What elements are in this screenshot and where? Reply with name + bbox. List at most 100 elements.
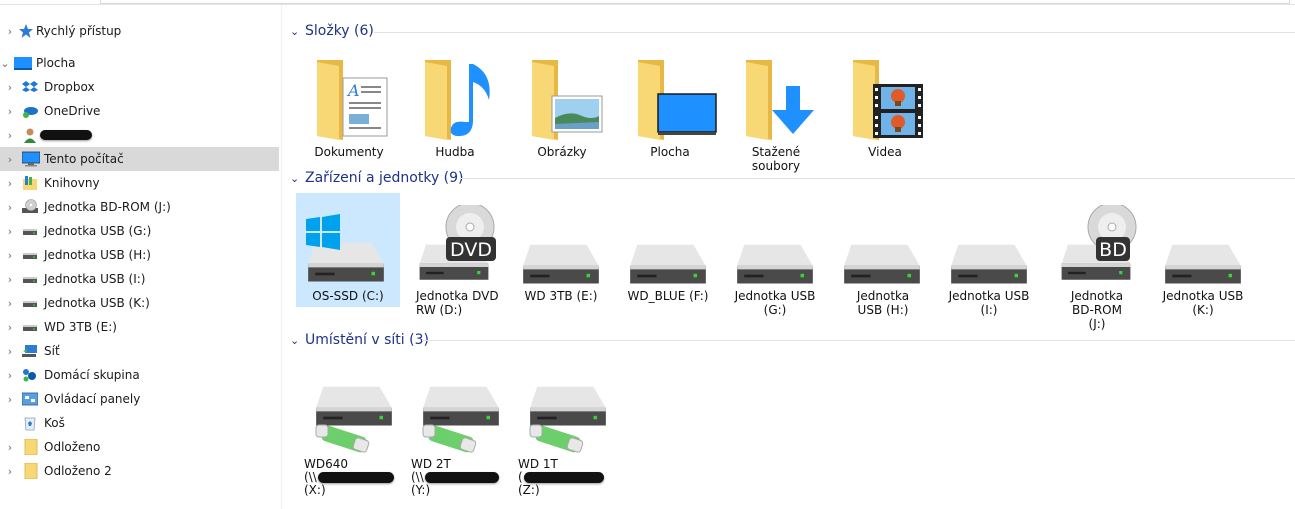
tile-label: Jednotka USB (H:) <box>856 289 910 317</box>
chevron-down-icon[interactable]: ⌄ <box>290 334 302 347</box>
redacted-name <box>40 130 92 140</box>
documents-folder-icon: A <box>297 56 401 140</box>
group-header-folders[interactable]: ⌄ Složky (6) <box>290 21 374 41</box>
tile-label: Obrázky <box>537 145 587 159</box>
network-drive-tile-wd-1t[interactable]: WD 1T ( (Z:) <box>496 377 606 503</box>
computer-icon <box>21 151 41 167</box>
drive-tile-usb-i[interactable]: Jednotka USB (I:) <box>937 193 1041 317</box>
nav-item-control-panel[interactable]: › Ovládací panely <box>0 387 279 411</box>
nav-item-label: Jednotka USB (G:) <box>44 224 152 238</box>
hdd-icon <box>509 243 613 287</box>
folder-tile-pictures[interactable]: Obrázky <box>510 48 614 164</box>
network-drive-tile-wd-2t[interactable]: WD 2T (\\ (Y:) <box>389 377 499 503</box>
svg-text:A: A <box>346 81 360 100</box>
nav-item-libraries[interactable]: › Knihovny <box>0 171 279 195</box>
nav-item-network[interactable]: › Síť <box>0 339 279 363</box>
tile-label: WD 3TB (E:) <box>524 289 598 303</box>
drive-tile-wd-3tb[interactable]: WD 3TB (E:) <box>509 193 613 307</box>
folder-tile-documents[interactable]: A Dokumenty <box>297 48 401 164</box>
folder-icon <box>24 438 40 456</box>
nav-item-quick-access[interactable]: › Rychlý přístup <box>0 19 279 43</box>
nav-item-recycle-bin[interactable]: Koš <box>0 411 279 435</box>
content-pane: ⌄ Složky (6) A Dokumenty Hudba Obrázky P… <box>282 5 1295 509</box>
nav-item-usb-k[interactable]: › Jednotka USB (K:) <box>0 291 279 315</box>
chevron-right-icon[interactable]: › <box>5 99 15 123</box>
dvd-badge-text: DVD <box>450 239 492 261</box>
nav-item-onedrive[interactable]: › OneDrive <box>0 99 279 123</box>
navigation-pane: › Rychlý přístup ⌄ Plocha › Dropbox › On… <box>0 5 280 509</box>
nav-item-label: Síť <box>44 344 60 358</box>
folder-tile-music[interactable]: Hudba <box>403 48 507 164</box>
nav-item-odlozeno-2[interactable]: › Odloženo 2 <box>0 459 279 483</box>
chevron-down-icon[interactable]: ⌄ <box>290 25 302 38</box>
usb-drive-icon <box>22 271 38 287</box>
drive-tile-usb-h[interactable]: Jednotka USB (H:) <box>830 193 934 323</box>
nav-item-desktop[interactable]: ⌄ Plocha <box>0 51 279 75</box>
nav-item-label: Ovládací panely <box>44 392 141 406</box>
drive-tile-bd-rom[interactable]: BD Jednotka BD-ROM (J:) <box>1044 193 1148 331</box>
nav-item-label: Jednotka BD-ROM (J:) <box>44 200 171 214</box>
chevron-right-icon[interactable]: › <box>5 315 15 339</box>
drive-tile-wd-blue[interactable]: WD_BLUE (F:) <box>616 193 720 307</box>
chevron-right-icon[interactable]: › <box>5 219 15 243</box>
tile-label: Jednotka USB (G:) <box>734 289 816 317</box>
chevron-right-icon[interactable]: › <box>5 195 15 219</box>
tile-label: OS-SSD (C:) <box>312 289 384 303</box>
nav-item-odlozeno[interactable]: › Odloženo <box>0 435 279 459</box>
nav-item-label: Tento počítač <box>44 152 124 166</box>
nav-item-label: Knihovny <box>44 176 100 190</box>
chevron-right-icon[interactable]: › <box>5 267 15 291</box>
folder-tile-videos[interactable]: Videa <box>833 48 937 164</box>
nav-item-usb-g[interactable]: › Jednotka USB (G:) <box>0 219 279 243</box>
chevron-down-icon[interactable]: ⌄ <box>0 51 10 75</box>
chevron-right-icon[interactable]: › <box>5 75 15 99</box>
folder-tile-downloads[interactable]: Stažené soubory <box>724 48 828 173</box>
nav-item-bd-rom[interactable]: › Jednotka BD-ROM (J:) <box>0 195 279 219</box>
chevron-right-icon[interactable]: › <box>5 243 15 267</box>
drive-tile-usb-g[interactable]: Jednotka USB (G:) <box>723 193 827 317</box>
group-header-network[interactable]: ⌄ Umístění v síti (3) <box>290 330 429 350</box>
network-drive-tile-wd640[interactable]: WD640 (\\ (X:) <box>282 377 394 503</box>
nav-item-wd-3tb[interactable]: › WD 3TB (E:) <box>0 315 279 339</box>
chevron-right-icon[interactable]: › <box>5 171 15 195</box>
redacted-path <box>424 472 499 483</box>
redacted-path <box>317 472 394 483</box>
chevron-right-icon[interactable]: › <box>5 435 15 459</box>
nav-item-homegroup[interactable]: › Domácí skupina <box>0 363 279 387</box>
nav-item-user[interactable]: › <box>0 123 279 147</box>
chevron-right-icon[interactable]: › <box>5 147 15 171</box>
nav-item-this-pc[interactable]: › Tento počítač <box>0 147 279 171</box>
tile-label: Stažené soubory <box>751 145 801 173</box>
homegroup-icon <box>22 367 38 383</box>
control-panel-icon <box>21 391 39 407</box>
drive-tile-dvd[interactable]: DVD Jednotka DVD RW (D:) <box>402 193 506 323</box>
chevron-right-icon[interactable]: › <box>5 19 15 43</box>
windows-drive-icon <box>296 213 400 283</box>
group-header-devices[interactable]: ⌄ Zařízení a jednotky (9) <box>290 168 464 188</box>
folder-tile-desktop[interactable]: Plocha <box>618 48 722 164</box>
network-drive-icon <box>415 385 505 457</box>
onedrive-icon <box>22 103 38 119</box>
chevron-right-icon[interactable]: › <box>5 363 15 387</box>
chevron-right-icon[interactable]: › <box>5 339 15 363</box>
nav-item-usb-h[interactable]: › Jednotka USB (H:) <box>0 243 279 267</box>
nav-item-label: Jednotka USB (H:) <box>44 248 151 262</box>
address-bar-edge[interactable] <box>100 0 1290 4</box>
hdd-icon <box>830 243 934 287</box>
tile-label: Jednotka BD-ROM (J:) <box>1070 289 1124 331</box>
tile-label: Hudba <box>435 145 475 159</box>
chevron-right-icon[interactable]: › <box>5 123 15 147</box>
redacted-path <box>523 472 604 483</box>
hdd-icon <box>616 243 720 287</box>
pictures-folder-icon <box>510 56 614 140</box>
drive-letter: (Y:) <box>411 483 431 497</box>
nav-item-usb-i[interactable]: › Jednotka USB (I:) <box>0 267 279 291</box>
chevron-down-icon[interactable]: ⌄ <box>290 172 302 185</box>
tile-label: Dokumenty <box>314 145 384 159</box>
chevron-right-icon[interactable]: › <box>5 459 15 483</box>
drive-tile-usb-k[interactable]: Jednotka USB (K:) <box>1151 193 1255 317</box>
chevron-right-icon[interactable]: › <box>5 387 15 411</box>
drive-tile-os-ssd[interactable]: OS-SSD (C:) <box>296 193 400 307</box>
nav-item-dropbox[interactable]: › Dropbox <box>0 75 279 99</box>
chevron-right-icon[interactable]: › <box>5 291 15 315</box>
